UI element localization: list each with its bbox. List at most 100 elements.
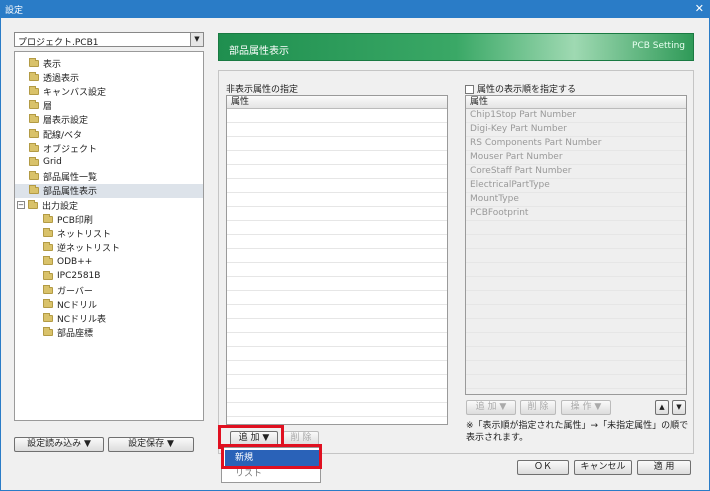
banner-title: 部品属性表示: [229, 46, 289, 57]
order-checkbox[interactable]: [465, 85, 474, 94]
tree-item[interactable]: 層表示設定: [15, 113, 203, 127]
table-row: [466, 347, 686, 361]
tree-item[interactable]: キャンバス設定: [15, 84, 203, 98]
tree-item[interactable]: 配線/ベタ: [15, 127, 203, 141]
tree-item[interactable]: NCドリル表: [15, 312, 203, 326]
tree-item-label: IPC2581B: [57, 271, 101, 281]
tree-item-label: ネットリスト: [57, 229, 112, 240]
tree-item-label: ガーバー: [57, 286, 93, 297]
chevron-down-icon[interactable]: ▼: [190, 33, 203, 46]
move-up-icon[interactable]: ▲: [655, 400, 669, 415]
table-row[interactable]: [227, 389, 447, 403]
table-row[interactable]: [227, 221, 447, 235]
table-row: ElectricalPartType: [466, 179, 686, 193]
tree-item-label: 層表示設定: [43, 116, 89, 127]
table-row: [466, 361, 686, 375]
project-select[interactable]: プロジェクト.PCB1 ▼: [14, 32, 204, 48]
table-row[interactable]: [227, 291, 447, 305]
folder-icon: [43, 213, 53, 223]
tree-item-label: 配線/ベタ: [43, 130, 83, 141]
tree-item-label: オブジェクト: [43, 144, 98, 155]
window-title: 設定: [5, 6, 24, 16]
order-checkbox-row[interactable]: 属性の表示順を指定する: [465, 82, 576, 95]
table-row[interactable]: [227, 305, 447, 319]
table-row[interactable]: [227, 361, 447, 375]
tree-item[interactable]: ODB++: [15, 255, 203, 269]
tree-item[interactable]: 部品座標: [15, 326, 203, 340]
tree-item[interactable]: 部品属性一覧: [15, 170, 203, 184]
tree-item[interactable]: ガーバー: [15, 283, 203, 297]
table-row[interactable]: [227, 165, 447, 179]
table-row: [466, 235, 686, 249]
table-row[interactable]: [227, 277, 447, 291]
table-row: PCBFootprint: [466, 207, 686, 221]
tree-item-label: キャンバス設定: [43, 87, 107, 98]
tree-item-label: 透過表示: [43, 73, 80, 84]
table-row[interactable]: [227, 249, 447, 263]
save-settings-button[interactable]: 設定保存 ▼: [108, 437, 194, 452]
tree-item[interactable]: NCドリル: [15, 297, 203, 311]
table-row: Chip1Stop Part Number: [466, 109, 686, 123]
table-row: [466, 263, 686, 277]
folder-icon: [28, 199, 38, 209]
tree-item[interactable]: PCB印刷: [15, 212, 203, 226]
apply-button[interactable]: 適 用: [637, 460, 691, 475]
order-checkbox-label: 属性の表示順を指定する: [477, 85, 577, 95]
table-row[interactable]: [227, 263, 447, 277]
hidden-attr-header: 属性: [227, 96, 447, 109]
order-add-button: 追 加 ▼: [466, 400, 516, 415]
tree-item-label: PCB印刷: [57, 215, 93, 226]
table-row[interactable]: [227, 193, 447, 207]
table-row[interactable]: [227, 137, 447, 151]
table-row: [466, 333, 686, 347]
table-row: [466, 221, 686, 235]
folder-icon: [29, 171, 39, 181]
table-row[interactable]: [227, 235, 447, 249]
table-row: Mouser Part Number: [466, 151, 686, 165]
table-row[interactable]: [227, 207, 447, 221]
folder-icon: [29, 185, 39, 195]
table-row: [466, 375, 686, 389]
tree-item-label: NCドリル表: [57, 315, 107, 326]
table-row[interactable]: [227, 319, 447, 333]
table-row[interactable]: [227, 179, 447, 193]
tree-item[interactable]: 逆ネットリスト: [15, 241, 203, 255]
folder-icon: [29, 57, 39, 67]
settings-tree[interactable]: 表示透過表示キャンバス設定層層表示設定配線/ベタオブジェクト Grid 部品属性一覧…: [14, 51, 204, 421]
table-row: RS Components Part Number: [466, 137, 686, 151]
folder-icon: [43, 227, 53, 237]
tree-item[interactable]: 透過表示: [15, 70, 203, 84]
tree-item[interactable]: IPC2581B: [15, 269, 203, 283]
tree-item[interactable]: オブジェクト: [15, 141, 203, 155]
tree-item[interactable]: Grid: [15, 155, 203, 169]
tree-item[interactable]: ネットリスト: [15, 226, 203, 240]
tree-item[interactable]: 部品属性表示: [15, 183, 203, 198]
table-row[interactable]: [227, 403, 447, 417]
table-row[interactable]: [227, 375, 447, 389]
tree-item-label: 出力設定: [42, 201, 79, 212]
cancel-button[interactable]: キャンセル: [574, 460, 632, 475]
table-row[interactable]: [227, 109, 447, 123]
order-delete-button: 削 除: [520, 400, 556, 415]
table-row[interactable]: [227, 123, 447, 137]
table-row: [466, 249, 686, 263]
table-row[interactable]: [227, 347, 447, 361]
move-down-icon[interactable]: ▼: [672, 400, 686, 415]
table-row: [466, 319, 686, 333]
tree-item[interactable]: − 出力設定: [15, 198, 203, 212]
tree-item-label: 部品属性表示: [43, 187, 98, 198]
hidden-attr-grid[interactable]: 属性: [226, 95, 448, 425]
collapse-icon[interactable]: −: [17, 201, 25, 209]
banner-subtitle: PCB Setting: [632, 41, 685, 51]
tree-item-label: 層: [43, 102, 53, 113]
close-icon[interactable]: ✕: [695, 2, 704, 15]
ok-button[interactable]: ＯＫ: [517, 460, 569, 475]
table-row[interactable]: [227, 333, 447, 347]
hidden-attr-title: 非表示属性の指定: [226, 85, 299, 95]
load-settings-button[interactable]: 設定読み込み ▼: [14, 437, 104, 452]
table-row[interactable]: [227, 151, 447, 165]
tree-item[interactable]: 表示: [15, 56, 203, 70]
folder-icon: [43, 327, 53, 337]
tree-item[interactable]: 層: [15, 99, 203, 113]
table-row: [466, 305, 686, 319]
